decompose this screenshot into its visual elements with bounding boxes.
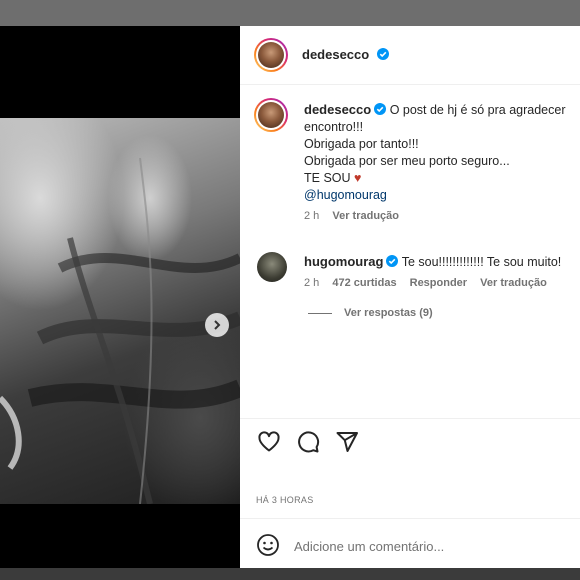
comment-translate-link[interactable]: Ver tradução (480, 277, 547, 289)
heart-icon (258, 431, 280, 452)
post-header: dedesecco (240, 26, 580, 85)
comment-button[interactable] (296, 430, 320, 459)
comment-author-avatar[interactable] (257, 252, 287, 282)
caption-author-avatar[interactable] (254, 98, 288, 132)
caption-line: TE SOU (304, 171, 351, 185)
post-media (0, 26, 240, 568)
comment-icon (298, 431, 320, 453)
caption-line: encontro!!! (304, 120, 364, 134)
caption-line: O post de hj é só pra agradecer (389, 103, 566, 117)
caption-line: Obrigada por ser meu porto seguro... (304, 154, 510, 168)
verified-badge-icon (386, 255, 399, 267)
caption-username[interactable]: dedesecco (304, 102, 371, 117)
caption-line: Obrigada por tanto!!! (304, 137, 419, 151)
comment-time[interactable]: 2 h (304, 277, 319, 289)
verified-badge-icon (376, 48, 389, 60)
view-replies-button[interactable]: Ver respostas (9) (308, 307, 561, 319)
next-photo-button[interactable] (205, 313, 229, 337)
header-username[interactable]: dedesecco (302, 47, 369, 62)
composer-divider (240, 518, 580, 519)
replies-line (308, 312, 332, 314)
verified-badge-icon (374, 103, 387, 115)
backdrop-bottom (0, 568, 580, 580)
view-replies-label: Ver respostas (9) (344, 307, 433, 319)
heart-emoji: ♥ (354, 171, 362, 185)
comment-meta: 2 h 472 curtidas Responder Ver tradução (304, 277, 561, 289)
author-avatar[interactable] (254, 38, 288, 72)
like-button[interactable] (257, 430, 281, 459)
send-icon (336, 432, 358, 452)
comment-body: hugomourag Te sou!!!!!!!!!!!!! Te sou mu… (304, 253, 561, 271)
caption-mention-link[interactable]: @hugomourag (304, 187, 566, 204)
post-panel: dedesecco dedesecco O post de hj é só pr… (240, 26, 580, 568)
emoji-button[interactable] (256, 533, 280, 562)
comment-likes[interactable]: 472 curtidas (332, 277, 396, 289)
actions-divider (240, 418, 580, 419)
share-button[interactable] (335, 430, 359, 459)
comment-input[interactable] (292, 534, 566, 558)
chevron-right-icon (214, 320, 221, 330)
backdrop-top (0, 0, 580, 26)
post-timestamp[interactable]: HÁ 3 HORAS (256, 495, 314, 505)
post-photo (0, 118, 240, 504)
caption-meta: 2 h Ver tradução (304, 210, 566, 222)
caption-first-line: dedesecco O post de hj é só pra agradece… (304, 101, 566, 119)
caption-translate-link[interactable]: Ver tradução (332, 210, 399, 222)
caption-time[interactable]: 2 h (304, 210, 319, 222)
comment-text: Te sou!!!!!!!!!!!!! Te sou muito! (401, 255, 562, 269)
caption-line-with-heart: TE SOU ♥ (304, 170, 566, 187)
comment-reply-button[interactable]: Responder (410, 277, 467, 289)
comment-username[interactable]: hugomourag (304, 254, 383, 269)
emoji-icon (257, 534, 279, 556)
